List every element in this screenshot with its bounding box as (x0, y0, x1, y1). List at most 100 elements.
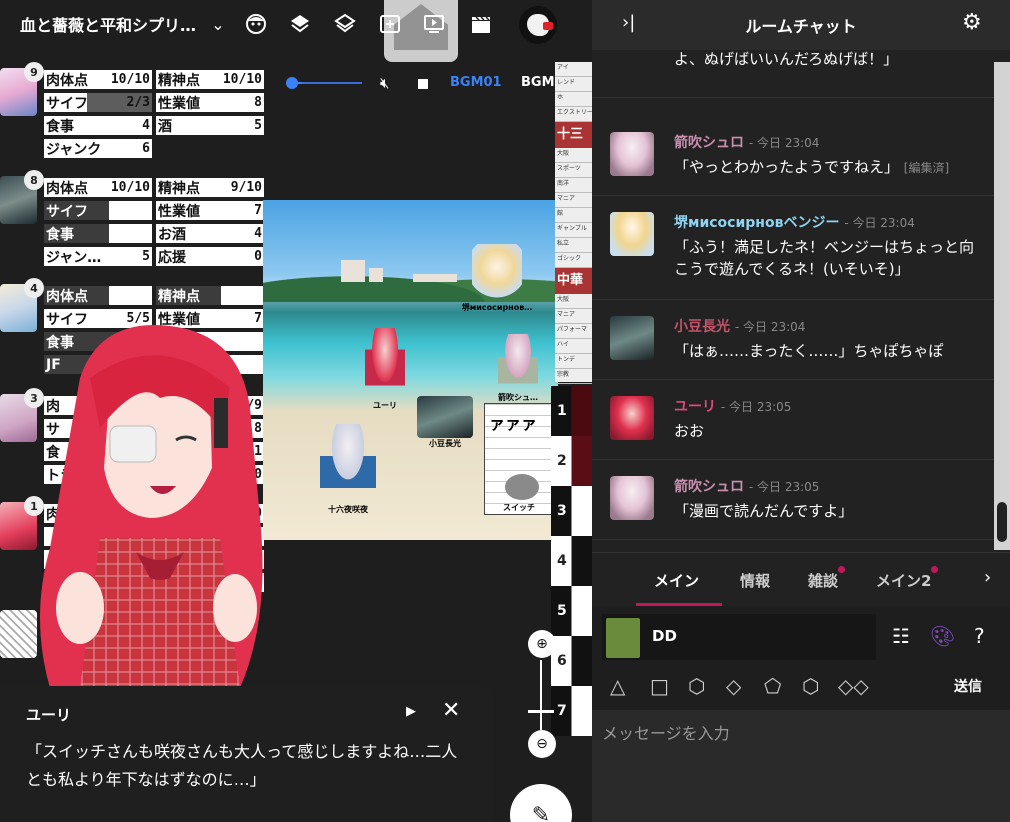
tab-main2[interactable]: メイン2 (876, 566, 939, 591)
stat-mp: 精神点 7/10 (156, 286, 264, 305)
character-portrait[interactable] (0, 610, 37, 658)
sender-select[interactable]: DD (602, 614, 876, 660)
chat-message: 堺мисосиpновベンジー - 今日 23:04 「ふう！満足したネ！ベンジ… (592, 196, 994, 300)
message-avatar[interactable] (610, 316, 654, 360)
character-cutin-image (40, 325, 263, 688)
count-badge: 9 (24, 62, 44, 82)
help-icon[interactable]: ? (974, 624, 985, 648)
stat-karma: 性業値 7 (156, 201, 264, 220)
d12-icon[interactable]: ⬠ (764, 674, 781, 698)
stat-hp: 肉体点 10/10 (44, 178, 152, 197)
zoom-slider-knob[interactable] (528, 710, 554, 713)
dialog-speaker: ユーリ (26, 706, 72, 724)
map-token[interactable]: ユーリ (361, 328, 409, 411)
bgm-controls: 🔇︎ BGM01 BGM02 (276, 70, 576, 96)
volume-knob[interactable] (286, 77, 298, 89)
hotel-building (413, 274, 457, 282)
send-button[interactable]: 送信 (954, 676, 982, 696)
chat-composer: DD ☷ 🎨︎ ? △ □ ⬡ ◇ ⬠ ⬡ ◇◇ 送信 (592, 606, 1010, 822)
d10-icon[interactable]: ◇ (726, 674, 741, 698)
tab-main[interactable]: メイン (654, 570, 699, 591)
stat-food: 食事 0 (44, 224, 152, 243)
chat-scrollbar[interactable] (994, 62, 1010, 550)
d8-icon[interactable]: ⬡ (688, 674, 705, 698)
chevron-right-icon[interactable]: › (984, 567, 991, 588)
stat-hp: 肉体点 10/10 (44, 70, 152, 89)
count-badge: 8 (24, 170, 44, 190)
message-list[interactable]: 「いやちゃんとおよげはする！……わかったよ、ぬげばいいんだろぬげば！」 箭吹シュ… (592, 50, 994, 550)
chat-message: ユーリ - 今日 23:05 おお (592, 380, 994, 460)
map-token[interactable]: 十六夜咲夜 (315, 424, 381, 515)
d20-icon[interactable]: ⬡ (802, 674, 819, 698)
mute-icon[interactable]: 🔇︎ (380, 74, 389, 92)
hotel-building (341, 260, 365, 282)
character-face-icon[interactable] (244, 12, 268, 36)
d100-icon[interactable]: ◇◇ (838, 674, 869, 698)
stat-karma: 性業値 8 (156, 93, 264, 112)
chevron-down-icon[interactable]: ⌄ (206, 12, 230, 36)
chat-panel: ルームチャット ›| ⚙ 「いやちゃんとおよげはする！……わかったよ、ぬげばいい… (592, 0, 1010, 822)
stat-junk: ジャン… 5 (44, 247, 152, 266)
message-input[interactable] (602, 720, 1000, 810)
gear-icon[interactable]: ⚙ (962, 10, 982, 35)
chat-message: 小豆長光 - 今日 23:04 「はぁ……まったく……」ちゃぽちゃぽ (592, 300, 994, 380)
count-badge: 4 (24, 278, 44, 298)
stat-mp: 精神点 10/10 (156, 70, 264, 89)
stat-junk: ジャンク 6 (44, 139, 152, 158)
clapperboard-icon[interactable] (469, 12, 493, 36)
video-screen-icon[interactable] (422, 12, 446, 36)
message-avatar[interactable] (610, 476, 654, 520)
strip-label: 中華 (555, 268, 592, 294)
tab-info[interactable]: 情報 (740, 570, 770, 591)
map-token[interactable]: 堺мисосиpнов… (461, 244, 533, 313)
user-avatar[interactable] (519, 6, 557, 44)
sender-name: DD (652, 627, 677, 645)
message-dialog: ユーリ ▶ ✕ 「スイッチさんも咲夜さんも大人って感じしますよね…二人とも私より… (0, 686, 494, 822)
room-title[interactable]: 血と薔薇と平和シプリ… (20, 12, 200, 36)
sender-avatar (606, 618, 640, 658)
stat-mp: 精神点 9/10 (156, 178, 264, 197)
stat-wallet: サイフ 2/3 (44, 93, 152, 112)
strip-label: 十三 (555, 122, 592, 148)
chat-title: ルームチャット (745, 17, 857, 36)
stat-alcohol: お酒 4 (156, 224, 264, 243)
close-icon[interactable]: ✕ (442, 698, 460, 723)
bgm1-label[interactable]: BGM01 (450, 75, 502, 90)
chat-tabs: メイン 情報 雑談 メイン2 › (592, 552, 1010, 606)
message-avatar[interactable] (610, 212, 654, 256)
map-token[interactable]: 箭吹シュ… (493, 334, 543, 403)
d6-icon[interactable]: □ (650, 674, 669, 698)
message-avatar[interactable] (610, 396, 654, 440)
add-screen-icon[interactable] (378, 12, 402, 36)
zoom-in-icon[interactable]: ⊕ (528, 630, 556, 658)
stat-wallet: サイフ 0/3 (44, 201, 152, 220)
side-strip: アイ レンド ホ エクストリー 十三 大阪 スポーツ 南洋 マニア 館 ギャンブ… (555, 62, 592, 384)
stop-icon[interactable] (418, 79, 428, 89)
map-board[interactable]: 堺мисосиpнов… ユーリ 箭吹シュ… 小豆長光 十六夜咲夜 ァァァ スイ… (263, 200, 558, 540)
collapse-panel-icon[interactable]: ›| (622, 12, 635, 33)
map-token[interactable]: 小豆長光 (417, 396, 473, 449)
chat-message: 「いやちゃんとおよげはする！……わかったよ、ぬげばいいんだろぬげば！」 (592, 50, 994, 98)
zoom-out-icon[interactable]: ⊖ (528, 730, 556, 758)
play-icon[interactable]: ▶ (406, 704, 416, 719)
top-bar: 血と薔薇と平和シプリ… ⌄ (0, 0, 592, 62)
message-input-area (592, 710, 1010, 822)
map-manga-image[interactable]: ァァァ (484, 403, 556, 515)
dialog-message: 「スイッチさんも咲夜さんも大人って感じしますよね…二人とも私より年下なはずなのに… (26, 742, 458, 789)
chat-message: 箭吹シュロ - 今日 23:04 「やっとわかったようですねえ」 [編集済] (592, 116, 994, 196)
d4-icon[interactable]: △ (610, 674, 625, 698)
stat-alcohol: 酒5 (156, 116, 264, 135)
layers-filled-icon[interactable] (288, 12, 312, 36)
hotel-building (369, 268, 383, 282)
stat-food: 食事 4 (44, 116, 152, 135)
map-token[interactable]: スイッチ (489, 502, 549, 513)
layers-outline-icon[interactable] (333, 12, 357, 36)
palette-icon[interactable]: 🎨︎ (930, 624, 955, 648)
list-icon[interactable]: ☷ (892, 624, 910, 648)
chat-message: 箭吹シュロ - 今日 23:05 「漫画で読んだんですよ」 (592, 460, 994, 540)
zoom-controls: ⊕ ⊖ (524, 630, 558, 770)
message-avatar[interactable] (610, 132, 654, 176)
chat-header: ルームチャット ›| ⚙ (592, 0, 1010, 50)
app-root: 血と薔薇と平和シプリ… ⌄ 🔇︎ BGM01 BGM02 9 肉体点 10/10… (0, 0, 1010, 822)
tab-chat[interactable]: 雑談 (808, 566, 846, 591)
